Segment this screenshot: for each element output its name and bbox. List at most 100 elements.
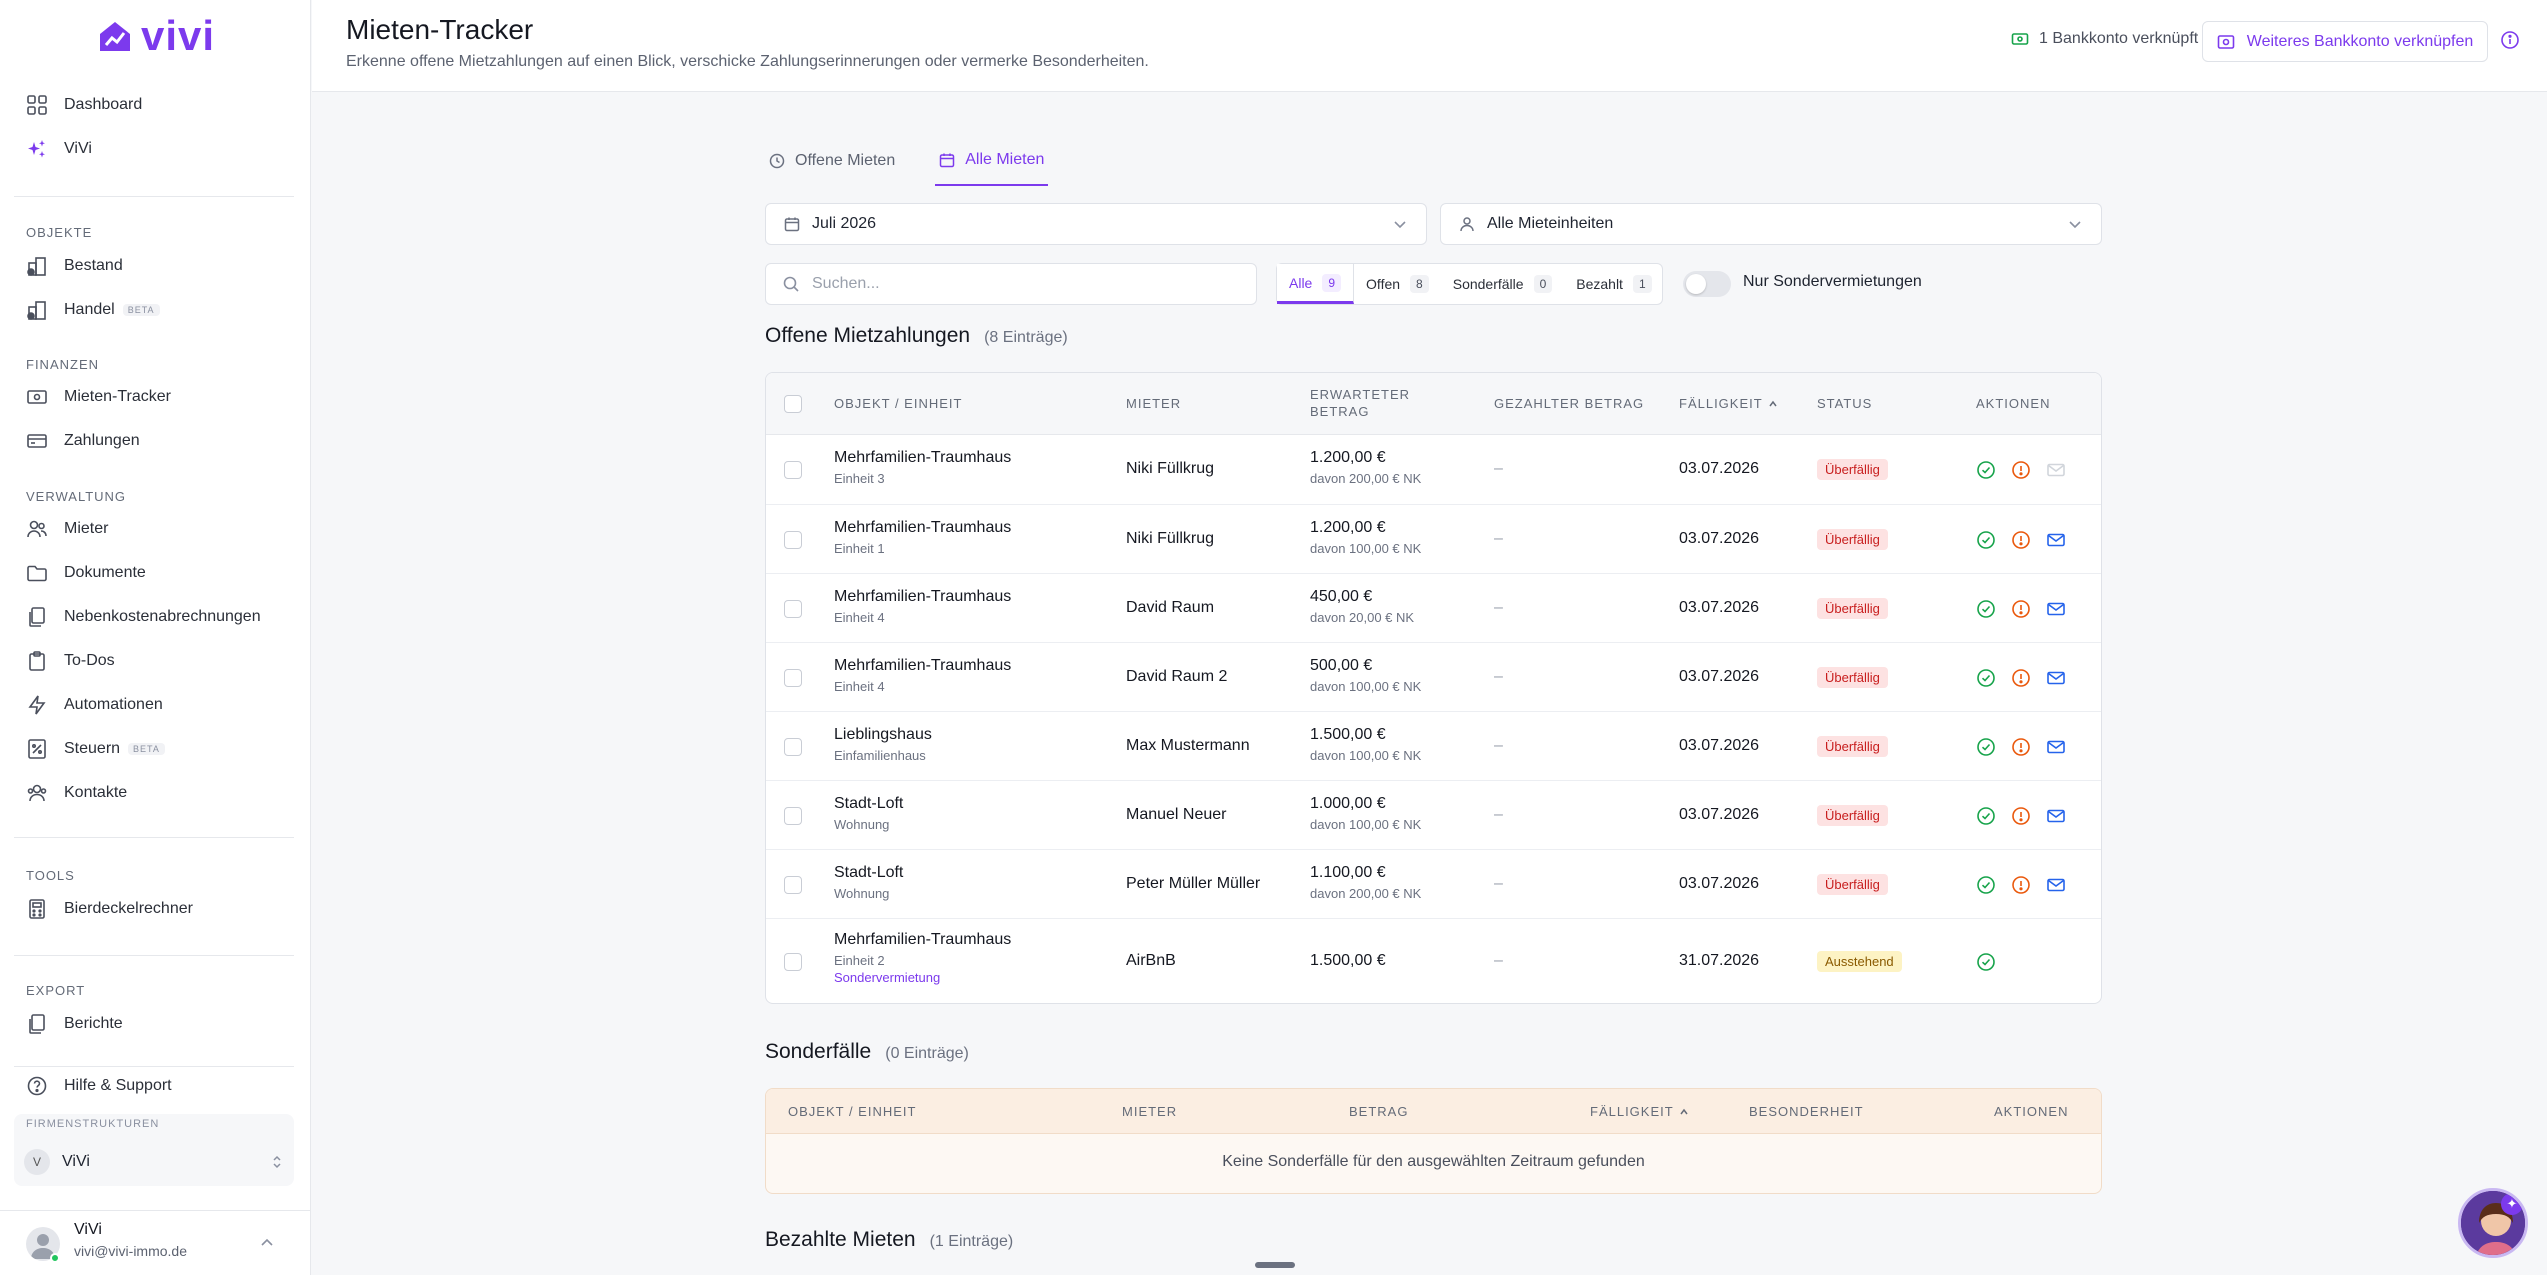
paid-amount: –	[1494, 529, 1503, 547]
mail-icon	[2047, 463, 2065, 477]
row-checkbox[interactable]	[784, 806, 802, 825]
workspace-row[interactable]: V ViVi	[24, 1146, 284, 1178]
object-cell[interactable]: Stadt-Loft Wohnung	[834, 795, 903, 832]
buildings-icon	[27, 301, 46, 320]
object-cell[interactable]: Mehrfamilien-Traumhaus Einheit 4	[834, 657, 1011, 694]
status-badge: Überfällig	[1817, 804, 1888, 826]
sidebar-item-mieten-tracker[interactable]: Mieten-Tracker	[26, 379, 171, 415]
object-name: Mehrfamilien-Traumhaus	[834, 587, 1012, 605]
assistant-chat-button[interactable]: ✦	[2458, 1188, 2528, 1258]
sidebar-item-mieter[interactable]: Mieter	[26, 511, 108, 547]
sidebar-item-vivi[interactable]: ViVi	[26, 131, 92, 167]
send-reminder-button[interactable]	[2046, 460, 2066, 485]
tab-alle-mieten[interactable]: Alle Mieten	[935, 136, 1049, 186]
object-cell[interactable]: Mehrfamilien-Traumhaus Einheit 2 Sonderver…	[834, 931, 1011, 985]
mark-paid-button[interactable]	[1976, 806, 1996, 831]
mark-paid-button[interactable]	[1976, 599, 1996, 624]
table-row[interactable]: Mehrfamilien-Traumhaus Einheit 2 Sonderver…	[766, 919, 2101, 1003]
section-heading-offene: Offene Mietzahlungen (8 Einträge)	[765, 324, 1068, 348]
search-field[interactable]: Suchen...	[765, 263, 1257, 305]
sidebar-item-berichte[interactable]: Berichte	[26, 1006, 123, 1042]
expected-amount-cell: 1.200,00 € davon 100,00 € NK	[1310, 519, 1421, 556]
select-all-checkbox[interactable]	[784, 395, 802, 413]
row-checkbox[interactable]	[784, 668, 802, 687]
status-badge: Ausstehend	[1817, 951, 1902, 972]
table-row[interactable]: Mehrfamilien-Traumhaus Einheit 4 David Rau…	[766, 643, 2101, 712]
mark-paid-button[interactable]	[1976, 668, 1996, 693]
help-support-link[interactable]: Hilfe & Support	[26, 1068, 172, 1104]
table-row[interactable]: Mehrfamilien-Traumhaus Einheit 3 Niki Füll…	[766, 435, 2101, 505]
sidebar-item-steuern[interactable]: Steuern BETA	[26, 731, 165, 767]
month-select[interactable]: Juli 2026	[765, 203, 1427, 245]
info-button[interactable]	[2500, 30, 2520, 55]
filter-offen[interactable]: Offen 8	[1354, 264, 1441, 304]
mark-paid-button[interactable]	[1976, 460, 1996, 485]
mark-paid-button[interactable]	[1976, 737, 1996, 762]
mail-icon	[2047, 878, 2065, 891]
send-reminder-button[interactable]	[2046, 599, 2066, 624]
row-checkbox[interactable]	[784, 875, 802, 894]
chevron-up-down-icon	[273, 1155, 281, 1169]
unit-select[interactable]: Alle Mieteinheiten	[1440, 203, 2102, 245]
sidebar-item-dokumente[interactable]: Dokumente	[26, 555, 146, 591]
object-cell[interactable]: Mehrfamilien-Traumhaus Einheit 4	[834, 588, 1011, 625]
object-cell[interactable]: Mehrfamilien-Traumhaus Einheit 1	[834, 519, 1011, 556]
row-checkbox[interactable]	[784, 530, 802, 549]
filter-alle[interactable]: Alle 9	[1277, 264, 1355, 304]
tab-offene-mieten[interactable]: Offene Mieten	[765, 136, 899, 186]
sidebar-item-kontakte[interactable]: Kontakte	[26, 775, 127, 811]
logo[interactable]: vivi	[97, 12, 215, 60]
user-menu[interactable]: ViVi vivi@vivi-immo.de	[0, 1210, 311, 1275]
open-payments-table: OBJEKT / EINHEIT MIETER ERWARTETER BETRA…	[765, 372, 2102, 1004]
sidebar-item-todos[interactable]: To-Dos	[26, 643, 115, 679]
sidebar-item-dashboard[interactable]: Dashboard	[26, 87, 142, 123]
row-checkbox[interactable]	[784, 461, 802, 479]
sidebar-item-automationen[interactable]: Automationen	[26, 687, 163, 723]
sidebar-item-bestand[interactable]: Bestand	[26, 248, 123, 284]
row-actions	[1976, 952, 1996, 977]
table-row[interactable]: Stadt-Loft Wohnung Manuel Neuer 1.000,00 € d…	[766, 781, 2101, 850]
mark-special-button[interactable]	[2011, 599, 2031, 624]
mark-special-button[interactable]	[2011, 668, 2031, 693]
mark-paid-button[interactable]	[1976, 952, 1996, 977]
mark-special-button[interactable]	[2011, 806, 2031, 831]
check-circle-icon	[1977, 599, 1995, 618]
row-checkbox[interactable]	[784, 599, 802, 618]
filter-bezahlt[interactable]: Bezahlt 1	[1564, 264, 1663, 304]
table-row[interactable]: Mehrfamilien-Traumhaus Einheit 1 Niki Füll…	[766, 505, 2101, 574]
object-cell[interactable]: Mehrfamilien-Traumhaus Einheit 3	[834, 449, 1011, 486]
row-checkbox[interactable]	[784, 953, 802, 971]
sidebar-item-zahlungen[interactable]: Zahlungen	[26, 423, 140, 459]
drag-handle[interactable]	[1255, 1262, 1295, 1268]
row-checkbox[interactable]	[784, 737, 802, 756]
send-reminder-button[interactable]	[2046, 806, 2066, 831]
sidebar-item-label: ViVi	[64, 140, 92, 157]
sidebar-item-handel[interactable]: Handel BETA	[26, 292, 160, 328]
mark-paid-button[interactable]	[1976, 875, 1996, 900]
send-reminder-button[interactable]	[2046, 530, 2066, 555]
table-row[interactable]: Lieblingshaus Einfamilienhaus Max Musterma…	[766, 712, 2101, 781]
send-reminder-button[interactable]	[2046, 875, 2066, 900]
table-row[interactable]: Stadt-Loft Wohnung Peter Müller Müller 1.10…	[766, 850, 2101, 919]
sort-ascending-icon	[1680, 1108, 1688, 1114]
sort-faelligkeit-header[interactable]: FÄLLIGKEIT	[1590, 1103, 1690, 1120]
mark-paid-button[interactable]	[1976, 530, 1996, 555]
sort-faelligkeit-header[interactable]: FÄLLIGKEIT	[1679, 395, 1779, 412]
sondervermietungen-toggle[interactable]	[1683, 271, 1731, 297]
section-count: (8 Einträge)	[984, 329, 1068, 346]
sidebar-item-bierdeckelrechner[interactable]: Bierdeckelrechner	[26, 891, 193, 927]
send-reminder-button[interactable]	[2046, 668, 2066, 693]
send-reminder-button[interactable]	[2046, 737, 2066, 762]
workspace-switcher[interactable]: FIRMENSTRUKTUREN V ViVi	[14, 1114, 294, 1186]
object-cell[interactable]: Lieblingshaus Einfamilienhaus	[834, 726, 932, 763]
sidebar-item-nebenkostenabrechnungen[interactable]: Nebenkostenabrechnungen	[26, 599, 261, 635]
mark-special-button[interactable]	[2011, 875, 2031, 900]
table-row[interactable]: Mehrfamilien-Traumhaus Einheit 4 David Rau…	[766, 574, 2101, 643]
mark-special-button[interactable]	[2011, 737, 2031, 762]
link-bank-account-button[interactable]: Weiteres Bankkonto verknüpfen	[2202, 21, 2488, 62]
filter-sonderfaelle[interactable]: Sonderfälle 0	[1441, 264, 1565, 304]
mark-special-button[interactable]	[2011, 460, 2031, 485]
mark-special-button[interactable]	[2011, 530, 2031, 555]
object-cell[interactable]: Stadt-Loft Wohnung	[834, 864, 903, 901]
sidebar-item-label: Mieten-Tracker	[64, 388, 171, 405]
